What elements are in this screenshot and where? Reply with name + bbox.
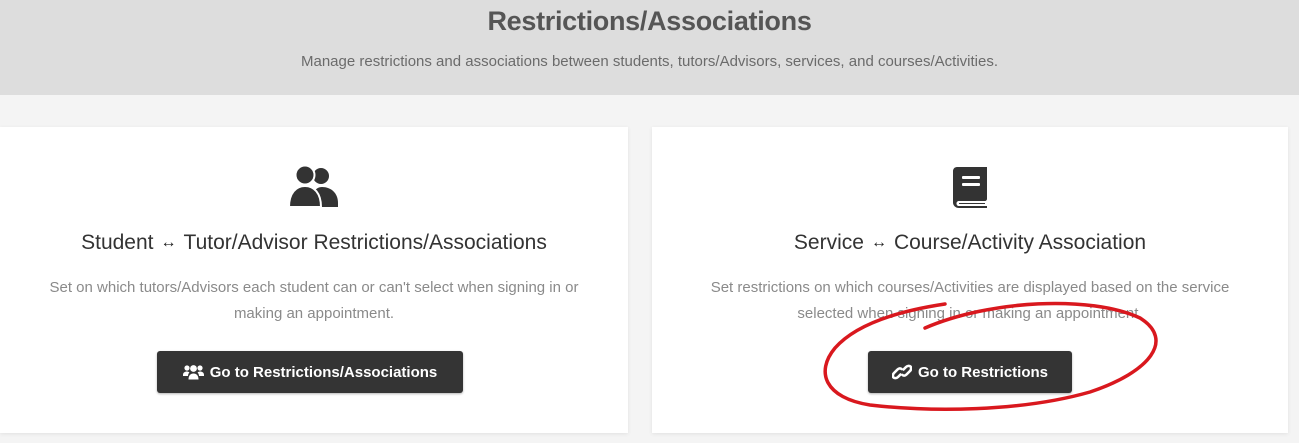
left-right-arrow-icon: ↔ xyxy=(870,234,887,251)
card-description: Set on which tutors/Advisors each studen… xyxy=(20,275,608,327)
link-icon xyxy=(891,364,912,380)
card-title-right: Course/Activity Association xyxy=(893,231,1147,254)
card-description-line: Set restrictions on which courses/Activi… xyxy=(710,279,1230,296)
card-description-line: making an appointment. xyxy=(233,305,395,322)
button-label: Go to Restrictions/Associations xyxy=(209,363,438,381)
go-to-restrictions-button[interactable]: Go to Restrictions xyxy=(868,351,1072,393)
card-title: Student ↔ Tutor/Advisor Restrictions/Assoc… xyxy=(0,231,628,255)
go-to-restrictions-associations-button[interactable]: Go to Restrictions/Associations xyxy=(157,351,463,393)
service-course-card: Service ↔ Course/Activity Association Set … xyxy=(652,127,1288,433)
card-description-line: selected when signing in or making an ap… xyxy=(797,305,1143,322)
users-icon xyxy=(0,164,628,210)
page-subtitle: Manage restrictions and associations bet… xyxy=(301,53,998,70)
card-title-left: Service xyxy=(793,231,864,254)
card-title-left: Student xyxy=(81,231,154,254)
card-title: Service ↔ Course/Activity Association xyxy=(652,231,1288,255)
button-label: Go to Restrictions xyxy=(917,363,1048,381)
left-right-arrow-icon: ↔ xyxy=(160,234,177,251)
card-description: Set restrictions on which courses/Activi… xyxy=(672,275,1268,327)
user-group-icon xyxy=(182,364,204,380)
student-tutor-card: Student ↔ Tutor/Advisor Restrictions/Assoc… xyxy=(0,127,628,433)
page-title: Restrictions/Associations xyxy=(487,6,812,36)
book-icon xyxy=(652,164,1288,210)
page-header: Restrictions/Associations Manage restric… xyxy=(0,0,1299,95)
card-description-line: Set on which tutors/Advisors each studen… xyxy=(49,279,579,296)
card-title-right: Tutor/Advisor Restrictions/Associations xyxy=(183,231,547,254)
page: Restrictions/Associations Manage restric… xyxy=(0,0,1299,443)
